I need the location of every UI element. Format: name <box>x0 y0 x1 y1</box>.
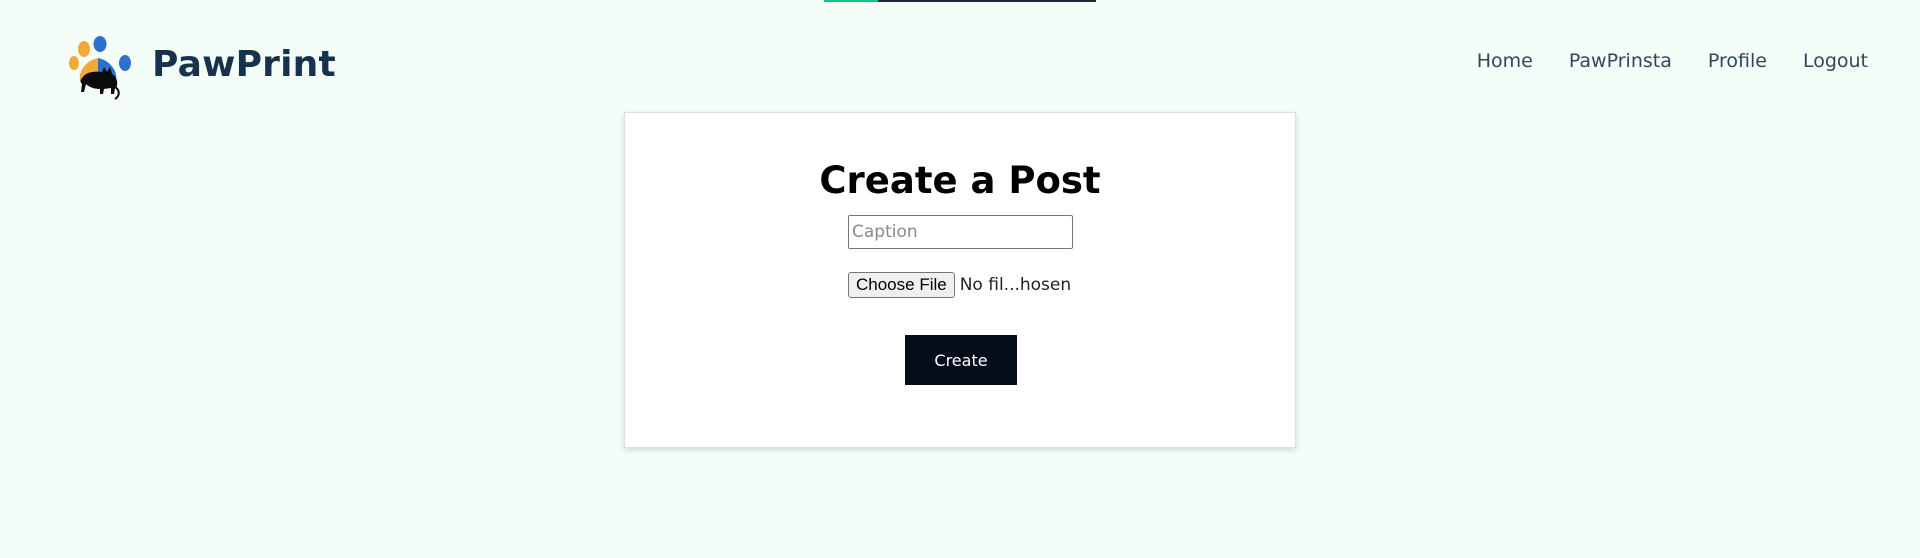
nav-pawprinsta[interactable]: PawPrinsta <box>1569 50 1672 72</box>
nav-home[interactable]: Home <box>1477 50 1533 72</box>
nav-profile[interactable]: Profile <box>1708 50 1767 72</box>
nav-logout[interactable]: Logout <box>1803 50 1868 72</box>
choose-file-button[interactable]: Choose File <box>848 272 955 298</box>
file-status-text: No fil...hosen <box>959 275 1072 295</box>
file-upload-row: Choose File No fil...hosen <box>848 272 1071 298</box>
site-header: PawPrint Home PawPrinsta Profile Logout <box>0 0 1920 110</box>
create-post-card: Create a Post Choose File No fil...hosen… <box>624 112 1296 448</box>
paw-print-cat-logo-icon <box>69 36 131 100</box>
brand-link[interactable]: PawPrint <box>68 36 336 100</box>
caption-input[interactable] <box>848 215 1073 249</box>
brand-name[interactable]: PawPrint <box>152 44 336 85</box>
create-button[interactable]: Create <box>905 335 1017 385</box>
page: PawPrint Home PawPrinsta Profile Logout … <box>0 0 1920 558</box>
page-title: Create a Post <box>819 159 1101 202</box>
main-nav: Home PawPrinsta Profile Logout <box>1477 50 1868 72</box>
